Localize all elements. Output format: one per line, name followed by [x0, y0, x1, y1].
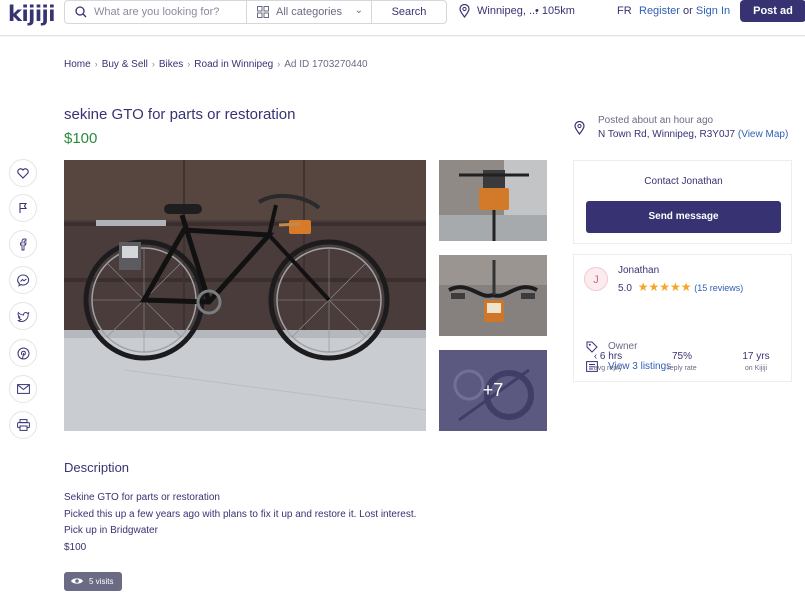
category-select[interactable]: All categories ⌄: [247, 0, 372, 24]
facebook-icon: [20, 238, 27, 250]
star-rating-icon: ★★★★★: [637, 280, 692, 294]
description-line: Pick up in Bridgwater: [64, 525, 158, 536]
language-toggle[interactable]: FR: [617, 5, 632, 17]
breadcrumb-bikes[interactable]: Bikes: [159, 59, 183, 70]
stat-avg-reply: ‹ 6 hrs avg reply: [573, 351, 643, 372]
visits-badge: 5 visits: [64, 572, 122, 591]
description-line: $100: [64, 541, 87, 553]
eye-icon: [71, 578, 83, 584]
chevron-right-icon: ›: [187, 59, 191, 69]
listing-price: $100: [64, 130, 98, 147]
location-pin-icon: [459, 4, 470, 18]
flag-icon: [19, 202, 27, 213]
visits-count: 5 visits: [89, 577, 114, 586]
twitter-icon: [17, 311, 29, 322]
share-messenger-button[interactable]: [9, 266, 37, 294]
email-icon: [16, 384, 30, 394]
chevron-right-icon: ›: [277, 59, 281, 69]
heart-icon: [17, 167, 29, 179]
grid-icon: [257, 6, 269, 18]
contact-card: Contact Jonathan Send message: [573, 160, 792, 244]
print-button[interactable]: [9, 411, 37, 439]
thumbnail-image: [439, 255, 547, 336]
report-button[interactable]: [9, 194, 37, 222]
description-heading: Description: [64, 460, 130, 475]
description-line: Sekine GTO for parts or restoration: [64, 492, 220, 503]
category-label: All categories: [276, 6, 343, 18]
more-photos-count: +7: [439, 350, 547, 431]
send-message-button[interactable]: Send message: [586, 201, 781, 233]
print-icon: [16, 419, 30, 431]
register-link[interactable]: Register: [639, 5, 680, 17]
stat-value: 75%: [671, 351, 692, 362]
avatar[interactable]: J: [584, 267, 608, 291]
main-content: Home › Buy & Sell › Bikes › Road in Winnipeg › A…: [0, 37, 805, 600]
photo-thumbnail[interactable]: [439, 160, 547, 241]
stat-label: on Kijiji: [744, 365, 768, 372]
share-facebook-button[interactable]: [9, 230, 37, 258]
seller-name[interactable]: Jonathan: [618, 265, 659, 276]
address-text: N Town Rd, Winnipeg, R3Y0J7: [598, 129, 736, 140]
favourite-button[interactable]: [9, 159, 37, 187]
auth-or: or: [683, 5, 693, 17]
breadcrumb: Home › Buy & Sell › Bikes › Road in Winnipeg › A…: [64, 59, 368, 70]
main-photo[interactable]: [64, 160, 426, 431]
breadcrumb-home[interactable]: Home: [64, 59, 91, 70]
rating-value: 5.0: [618, 283, 632, 294]
post-ad-button[interactable]: Post ad: [740, 0, 805, 22]
stat-reply-rate: 75% reply rate: [647, 351, 717, 372]
pinterest-icon: [17, 347, 29, 359]
chevron-right-icon: ›: [94, 59, 98, 69]
location-pin-icon: [574, 121, 585, 135]
search-icon: [75, 6, 87, 18]
sign-in-link[interactable]: Sign In: [696, 5, 730, 17]
posted-time: Posted about an hour ago: [598, 115, 714, 126]
share-pinterest-button[interactable]: [9, 339, 37, 367]
kijiji-logo[interactable]: kijiji: [8, 2, 55, 26]
location-radius: • 105km: [535, 5, 575, 17]
chevron-right-icon: ›: [151, 59, 155, 69]
seller-rating: 5.0 ★★★★★ (15 reviews): [618, 280, 743, 294]
bicycle-photo: [64, 160, 426, 431]
description-line: Picked this up a few years ago with plan…: [64, 508, 417, 520]
photo-thumbnail-more[interactable]: +7: [439, 350, 547, 431]
reviews-link[interactable]: (15 reviews): [694, 283, 743, 293]
share-twitter-button[interactable]: [9, 302, 37, 330]
stat-value: ‹ 6 hrs: [593, 351, 623, 362]
listing-title: sekine GTO for parts or restoration: [64, 106, 296, 123]
posted-address: N Town Rd, Winnipeg, R3Y0J7 (View Map): [598, 129, 788, 140]
messenger-icon: [16, 273, 29, 287]
share-email-button[interactable]: [9, 375, 37, 403]
description-body: Sekine GTO for parts or restoration Pick…: [64, 490, 416, 556]
auth-links: Register or Sign In: [639, 5, 730, 17]
contact-title: Contact Jonathan: [644, 176, 723, 187]
search-input[interactable]: What are you looking for?: [64, 0, 247, 24]
chevron-down-icon: ⌄: [354, 5, 363, 16]
breadcrumb-ad-id: Ad ID 1703270440: [284, 59, 368, 70]
location-city: Winnipeg, ...: [477, 5, 539, 17]
stat-label: avg reply: [593, 365, 623, 372]
stat-value: 17 yrs: [742, 351, 770, 362]
stat-label: reply rate: [667, 365, 697, 372]
thumbnail-image: [439, 160, 547, 241]
site-header: kijiji What are you looking for? All cat…: [0, 0, 805, 36]
search-placeholder: What are you looking for?: [94, 6, 220, 18]
photo-thumbnail[interactable]: [439, 255, 547, 336]
breadcrumb-buy-sell[interactable]: Buy & Sell: [102, 59, 148, 70]
breadcrumb-road[interactable]: Road in Winnipeg: [194, 59, 273, 70]
stat-on-kijiji: 17 yrs on Kijiji: [721, 351, 791, 372]
search-button[interactable]: Search: [372, 0, 447, 24]
view-map-link[interactable]: (View Map): [738, 129, 788, 140]
